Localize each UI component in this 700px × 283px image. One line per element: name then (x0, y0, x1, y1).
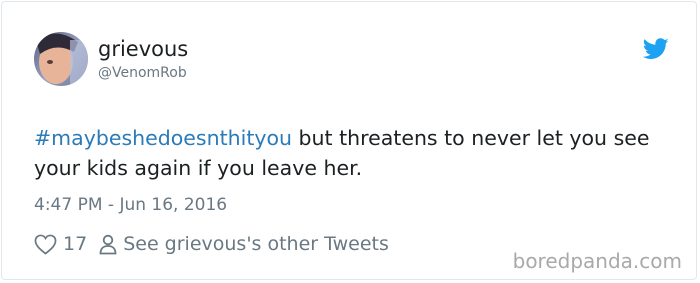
like-count[interactable]: 17 (63, 233, 87, 255)
tweet-actions: 17 See grievous's other Tweets (34, 231, 389, 257)
tweet-card: grievous @VenomRob #maybeshedoesnthityou… (1, 1, 697, 280)
author-handle[interactable]: @VenomRob (98, 64, 187, 82)
heart-icon[interactable] (34, 234, 57, 255)
avatar[interactable] (34, 32, 88, 86)
see-other-tweets-link[interactable]: See grievous's other Tweets (123, 233, 389, 255)
author-name[interactable]: grievous (98, 36, 188, 62)
tweet-timestamp[interactable]: 4:47 PM - Jun 16, 2016 (34, 194, 227, 216)
watermark: boredpanda.com (512, 249, 682, 273)
hashtag-link[interactable]: #maybeshedoesnthityou (34, 126, 292, 150)
tweet-text: #maybeshedoesnthityou but threatens to n… (34, 123, 674, 183)
avatar-photo (34, 32, 88, 86)
person-icon (99, 234, 117, 255)
twitter-bird-icon[interactable] (642, 38, 669, 60)
